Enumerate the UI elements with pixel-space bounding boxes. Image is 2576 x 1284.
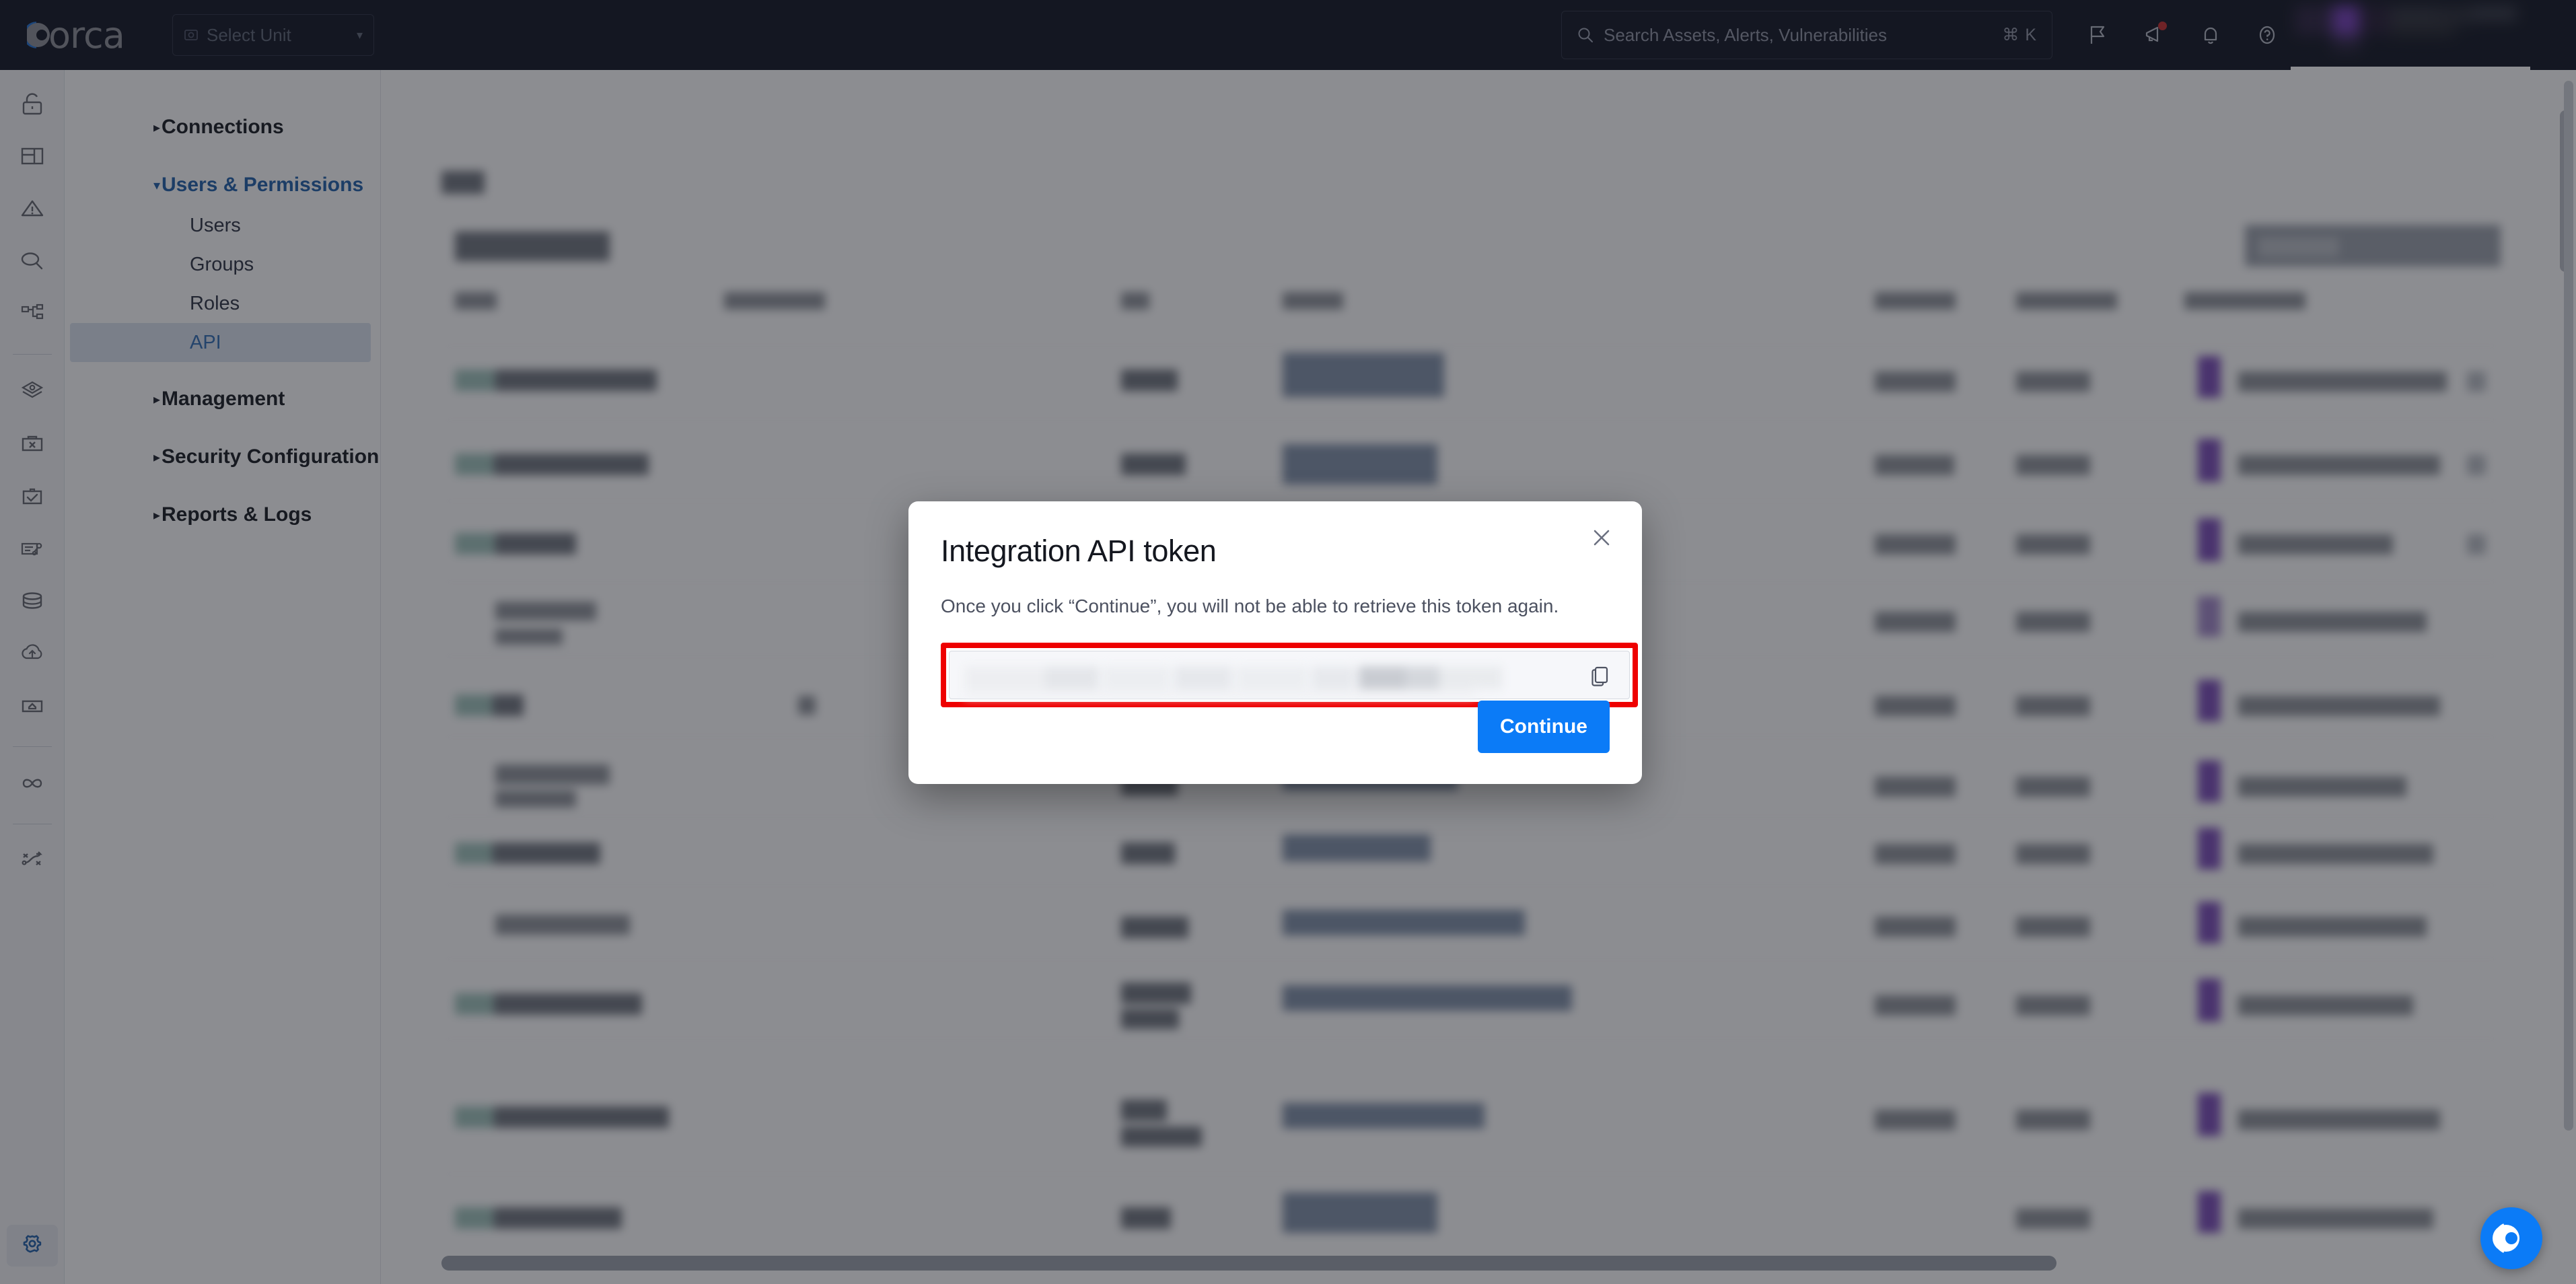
app-root: orca Select Unit ▾ Search Assets, Alerts… — [0, 0, 2576, 1284]
continue-button[interactable]: Continue — [1478, 701, 1610, 753]
integration-api-token-dialog: Integration API token Once you click “Co… — [908, 501, 1642, 784]
orca-chat-icon — [2493, 1223, 2519, 1253]
close-button[interactable] — [1587, 523, 1616, 552]
token-field-highlight — [941, 643, 1638, 707]
dialog-title: Integration API token — [941, 534, 1217, 568]
close-icon — [1594, 530, 1610, 546]
token-input[interactable] — [949, 651, 1630, 699]
token-value-redacted — [964, 666, 1503, 699]
copy-icon[interactable] — [1587, 663, 1612, 687]
orca-chat-fab[interactable] — [2480, 1207, 2542, 1269]
dialog-description: Once you click “Continue”, you will not … — [941, 596, 1559, 616]
